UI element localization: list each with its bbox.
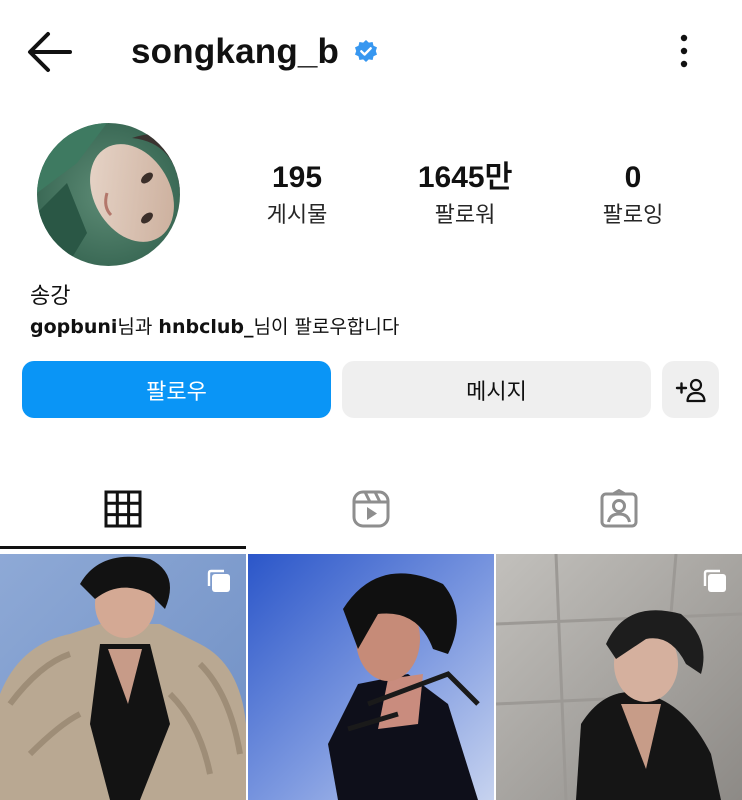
followers-label: 팔로워 xyxy=(434,203,496,228)
tagged-icon xyxy=(600,489,638,528)
arrow-left-icon xyxy=(28,32,72,72)
add-user-icon xyxy=(675,378,706,402)
grid-icon xyxy=(104,490,142,528)
stat-followers[interactable]: 1645만 팔로워 xyxy=(380,160,550,230)
stat-following[interactable]: 0 팔로잉 xyxy=(548,160,718,230)
reels-icon xyxy=(352,490,390,528)
following-count: 0 xyxy=(624,161,642,194)
tab-tagged[interactable] xyxy=(496,470,742,548)
followed-by-text[interactable]: gopbuni님과 hnbclub_님이 팔로우합니다 xyxy=(30,312,399,339)
active-tab-indicator xyxy=(0,546,246,549)
more-options-button[interactable] xyxy=(670,30,698,72)
followers-count: 1645만 xyxy=(417,161,513,194)
following-label: 팔로잉 xyxy=(602,203,664,228)
profile-name: 송강 xyxy=(30,284,71,309)
mutual-follower-2[interactable]: hnbclub_ xyxy=(158,316,253,338)
tab-posts-grid[interactable] xyxy=(0,470,246,548)
post-thumbnail[interactable] xyxy=(496,554,742,800)
profile-avatar[interactable] xyxy=(37,123,180,266)
followed-by-suffix: 님이 팔로우합니다 xyxy=(253,316,400,338)
mutual-follower-1[interactable]: gopbuni xyxy=(30,316,117,338)
posts-label: 게시물 xyxy=(266,203,328,228)
follow-button[interactable]: 팔로우 xyxy=(22,361,331,418)
stat-posts[interactable]: 195 게시물 xyxy=(212,160,382,230)
followed-by-joiner: 님과 xyxy=(117,316,159,338)
tab-reels[interactable] xyxy=(248,470,494,548)
post-thumbnail[interactable] xyxy=(0,554,246,800)
avatar-image xyxy=(37,123,180,266)
more-vertical-icon xyxy=(680,34,688,68)
back-button[interactable] xyxy=(26,30,74,74)
suggested-users-button[interactable] xyxy=(662,361,719,418)
multiple-posts-icon xyxy=(207,569,230,592)
profile-header: songkang_b xyxy=(0,0,742,100)
multiple-posts-icon xyxy=(703,569,726,592)
verified-badge-icon xyxy=(355,40,378,62)
username: songkang_b xyxy=(131,32,340,71)
post-thumbnail[interactable] xyxy=(248,554,494,800)
message-button[interactable]: 메시지 xyxy=(342,361,651,418)
username-title: songkang_b xyxy=(131,28,379,76)
post-image xyxy=(248,554,494,800)
posts-count: 195 xyxy=(271,161,323,194)
